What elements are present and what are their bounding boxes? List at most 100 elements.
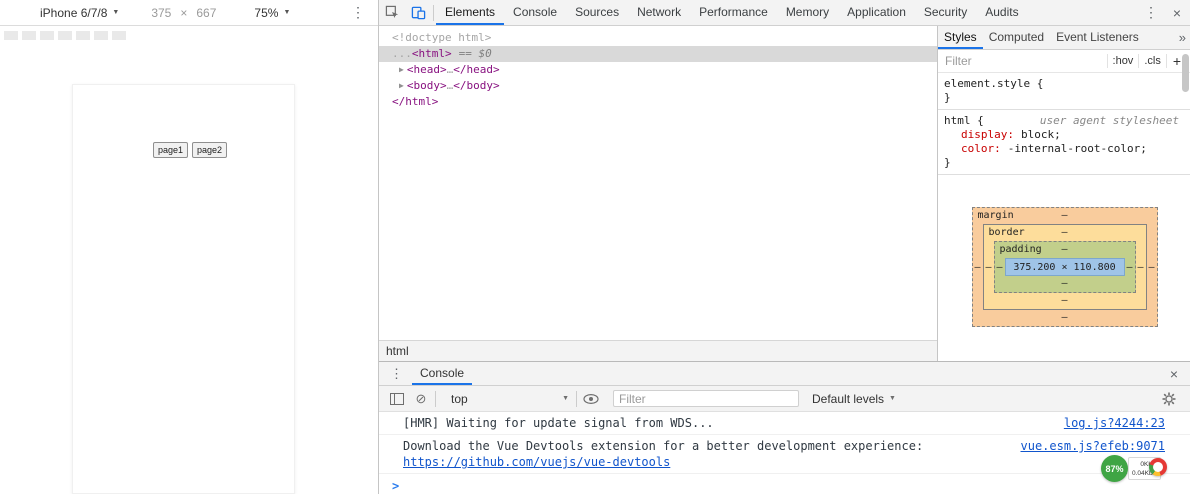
message-source-link[interactable]: vue.esm.js?efeb:9071 [1021, 438, 1166, 454]
element-style-selector: element.style { [944, 77, 1187, 91]
performance-score-badge[interactable]: 87% [1101, 455, 1128, 482]
inspect-element-icon[interactable] [379, 0, 405, 25]
drawer-menu-icon[interactable]: ⋮ [379, 366, 412, 382]
log-levels-select[interactable]: Default levels ▼ [812, 392, 896, 406]
box-model-border[interactable]: border– – padding– – 375.200 × 110.800 – [983, 224, 1147, 310]
console-toolbar: ⊘ top ▼ Default levels ▼ [379, 386, 1190, 412]
styles-filter-row: :hov .cls + [938, 50, 1190, 73]
element-style-rule[interactable]: element.style { } [938, 73, 1190, 110]
toggle-element-state-button[interactable]: :hov [1107, 54, 1139, 68]
tab-audits[interactable]: Audits [976, 0, 1027, 25]
html-style-rule[interactable]: html { user agent stylesheet display:blo… [938, 110, 1190, 175]
clear-console-icon[interactable]: ⊘ [409, 391, 433, 407]
rule-close-brace: } [944, 156, 1187, 170]
devtools-panel: Elements Console Sources Network Perform… [378, 0, 1190, 494]
message-source-link[interactable]: log.js?4244:23 [1064, 415, 1165, 431]
padding-top-value[interactable]: – [1061, 244, 1067, 255]
message-link[interactable]: https://github.com/vuejs/vue-devtools [403, 454, 670, 470]
device-select[interactable]: iPhone 6/7/8 ▼ [40, 6, 119, 20]
border-right-value[interactable]: – [1136, 262, 1146, 273]
property-name: display: [961, 128, 1014, 141]
box-model-padding[interactable]: padding– – 375.200 × 110.800 – – [994, 241, 1136, 293]
devtools-tabbar: Elements Console Sources Network Perform… [379, 0, 1190, 26]
tab-security[interactable]: Security [915, 0, 976, 25]
box-model[interactable]: margin– – border– – padding– – [972, 207, 1158, 327]
dom-tree: <!doctype html> ...<html>== $0 ▶<head>…<… [379, 26, 937, 110]
device-emulation-pane: iPhone 6/7/8 ▼ 375 × 667 75% ▼ ⋮ page1 p… [0, 0, 378, 494]
padding-bottom-value[interactable]: – [1061, 278, 1067, 289]
tab-styles[interactable]: Styles [938, 26, 983, 49]
border-left-value[interactable]: – [984, 262, 994, 273]
head-open-tag: <head> [407, 63, 447, 76]
execution-context-select[interactable]: top ▼ [446, 392, 574, 406]
styles-filter-input[interactable] [938, 54, 1107, 68]
caret-down-icon: ▼ [283, 9, 290, 16]
device-width-field[interactable]: 375 [151, 6, 171, 20]
device-height-field[interactable]: 667 [196, 6, 216, 20]
head-node[interactable]: ▶<head>…</head> [379, 62, 937, 78]
styles-sidebar-tabbar: Styles Computed Event Listeners » [938, 26, 1190, 50]
padding-left-value[interactable]: – [995, 262, 1005, 273]
log-levels-value: Default levels [812, 392, 884, 406]
box-model-margin[interactable]: margin– – border– – padding– – [972, 207, 1158, 327]
breadcrumb-html[interactable]: html [379, 344, 416, 358]
drawer-close-icon[interactable]: × [1157, 366, 1190, 382]
tab-console[interactable]: Console [504, 0, 566, 25]
tab-sources[interactable]: Sources [566, 0, 628, 25]
margin-left-value[interactable]: – [973, 262, 983, 273]
box-model-content[interactable]: 375.200 × 110.800 [1005, 258, 1125, 276]
devtools-menu-icon[interactable]: ⋮ [1138, 0, 1164, 25]
console-message: [HMR] Waiting for update signal from WDS… [379, 412, 1190, 435]
body-open-tag: <body> [407, 79, 447, 92]
tab-computed[interactable]: Computed [983, 26, 1050, 49]
margin-right-value[interactable]: – [1147, 262, 1157, 273]
css-property[interactable]: color:-internal-root-color; [944, 142, 1187, 156]
tab-event-listeners[interactable]: Event Listeners [1050, 26, 1145, 49]
page1-button[interactable]: page1 [153, 142, 188, 158]
device-toolbar-menu-icon[interactable]: ⋮ [351, 4, 365, 21]
toolbar-divider [435, 391, 436, 407]
console-messages: [HMR] Waiting for update signal from WDS… [379, 412, 1190, 493]
scrollbar-thumb[interactable] [1182, 54, 1189, 92]
message-text: Download the Vue Devtools extension for … [403, 438, 1009, 454]
margin-top-value[interactable]: – [1061, 210, 1067, 221]
padding-right-value[interactable]: – [1125, 262, 1135, 273]
devtools-close-icon[interactable]: × [1164, 0, 1190, 25]
expand-arrow-icon[interactable]: ▶ [399, 65, 404, 74]
tab-memory[interactable]: Memory [777, 0, 838, 25]
tab-console-drawer[interactable]: Console [412, 362, 472, 385]
border-bottom-value[interactable]: – [1061, 295, 1067, 306]
border-top-value[interactable]: – [1061, 227, 1067, 238]
margin-bottom-value[interactable]: – [1061, 312, 1067, 323]
html-close-tag: </html> [392, 95, 438, 108]
tab-elements[interactable]: Elements [436, 0, 504, 25]
more-tabs-icon[interactable]: » [1174, 30, 1190, 45]
rule-selector: html { [944, 114, 984, 128]
console-sidebar-toggle-icon[interactable] [385, 393, 409, 405]
tab-performance[interactable]: Performance [690, 0, 777, 25]
html-close-node[interactable]: </html> [379, 94, 937, 110]
rule-close-brace: } [944, 91, 1187, 105]
toolbar-divider [576, 391, 577, 407]
caret-down-icon: ▼ [112, 9, 119, 16]
tabbar-right-controls: ⋮ × [1138, 0, 1190, 25]
stylesheet-origin: user agent stylesheet [1040, 114, 1187, 128]
expand-arrow-icon[interactable]: ▶ [399, 81, 404, 90]
device-toolbar-toggle-icon[interactable] [405, 0, 431, 25]
tab-network[interactable]: Network [628, 0, 690, 25]
body-node[interactable]: ▶<body>…</body> [379, 78, 937, 94]
doctype-node[interactable]: <!doctype html> [379, 30, 937, 46]
console-settings-gear-icon[interactable] [1157, 392, 1181, 406]
zoom-select[interactable]: 75% ▼ [254, 6, 290, 20]
css-property[interactable]: display:block; [944, 128, 1187, 142]
page2-button[interactable]: page2 [192, 142, 227, 158]
html-node[interactable]: ...<html>== $0 [379, 46, 937, 62]
element-classes-button[interactable]: .cls [1138, 54, 1166, 68]
toolbar-divider [433, 5, 434, 21]
live-expression-eye-icon[interactable] [579, 394, 603, 404]
console-filter-input[interactable] [613, 390, 799, 407]
extension-badge-icon[interactable] [1149, 458, 1167, 476]
tab-application[interactable]: Application [838, 0, 915, 25]
console-prompt-row[interactable]: > [379, 474, 1190, 493]
device-ruler [0, 27, 126, 37]
